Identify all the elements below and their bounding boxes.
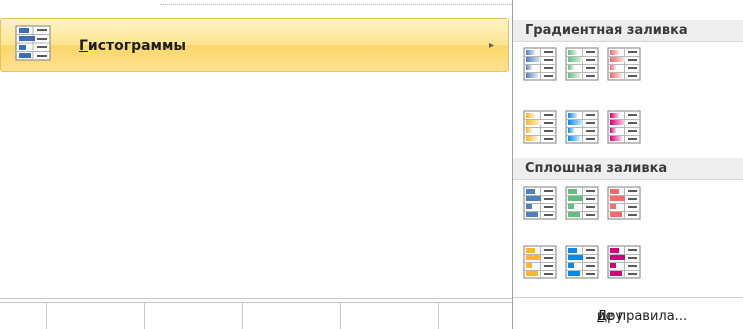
conditional-formatting-menu: Гистограммы ▸ Градиентная заливка Сплошн… — [0, 0, 743, 329]
green-solid-data-bar-icon[interactable] — [565, 186, 599, 220]
more-rules-button[interactable]: Дру г ие правила... — [533, 301, 733, 325]
gallery-separator — [513, 297, 743, 298]
submenu-arrow-icon: ▸ — [489, 40, 495, 51]
blue-solid-data-bar-icon[interactable] — [523, 186, 557, 220]
gradient-fill-header: Градиентная заливка — [513, 20, 743, 42]
worksheet-grid — [0, 298, 512, 329]
data-bars-icon — [15, 25, 51, 61]
context-menu: Гистограммы ▸ — [0, 0, 512, 329]
data-bars-label: Гистограммы — [79, 38, 187, 54]
menu-separator — [160, 4, 512, 5]
data-bars-menu-item[interactable]: Гистограммы ▸ — [0, 18, 509, 72]
lightblue-solid-data-bar-icon[interactable] — [565, 245, 599, 279]
orange-gradient-data-bar-icon[interactable] — [523, 110, 557, 144]
green-gradient-data-bar-icon[interactable] — [565, 47, 599, 81]
lightblue-gradient-data-bar-icon[interactable] — [565, 110, 599, 144]
red-gradient-data-bar-icon[interactable] — [607, 47, 641, 81]
solid-fill-header: Сплошная заливка — [513, 158, 743, 180]
blue-gradient-data-bar-icon[interactable] — [523, 47, 557, 81]
purple-solid-data-bar-icon[interactable] — [607, 245, 641, 279]
red-solid-data-bar-icon[interactable] — [607, 186, 641, 220]
orange-solid-data-bar-icon[interactable] — [523, 245, 557, 279]
purple-gradient-data-bar-icon[interactable] — [607, 110, 641, 144]
data-bars-gallery: Градиентная заливка Сплошная заливка Дру… — [512, 0, 743, 329]
